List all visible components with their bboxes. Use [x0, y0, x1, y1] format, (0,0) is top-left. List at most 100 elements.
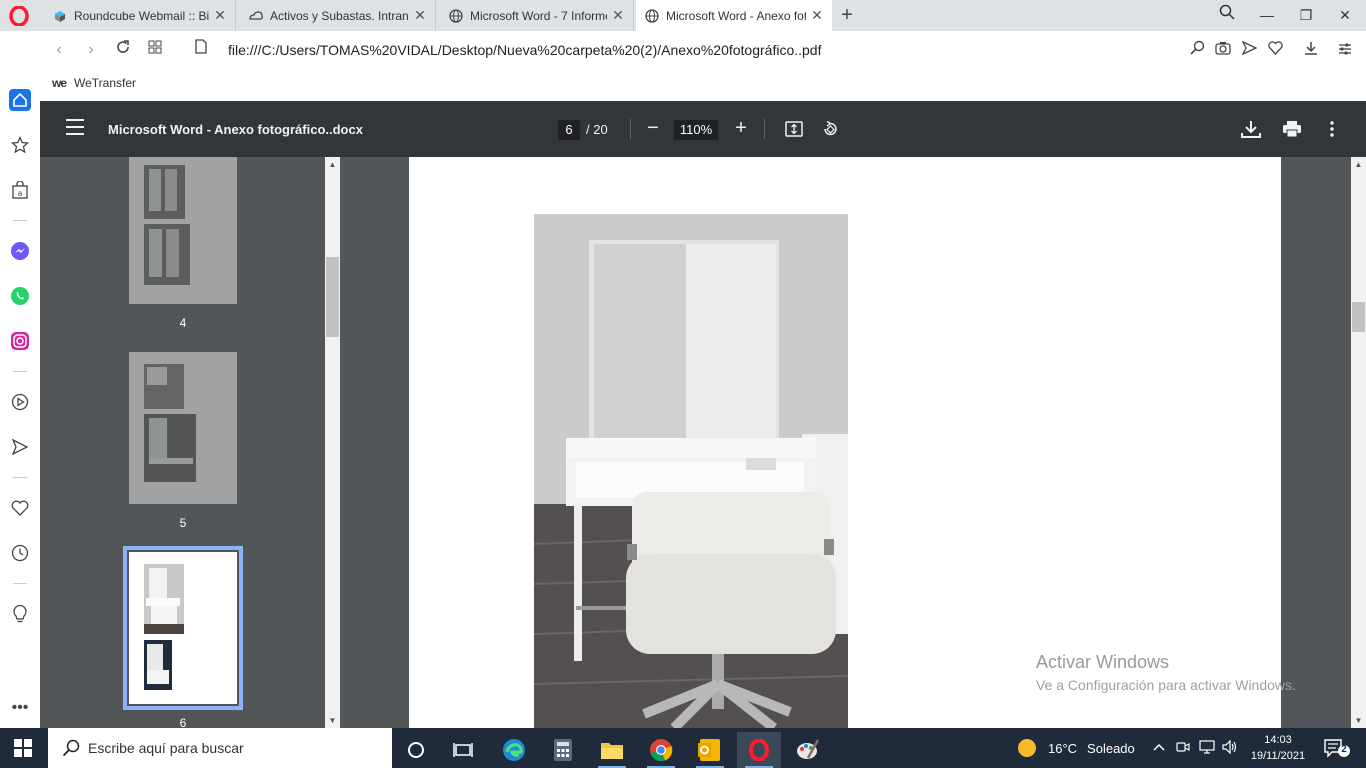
zoom-out-button[interactable]: − — [642, 116, 664, 140]
back-button[interactable]: ‹ — [48, 39, 70, 61]
home-icon[interactable] — [9, 89, 31, 111]
search-tabs-icon[interactable] — [1212, 4, 1242, 26]
scrollbar-thumb[interactable] — [326, 257, 339, 337]
menu-icon[interactable] — [66, 119, 84, 139]
close-icon[interactable]: ✕ — [213, 7, 227, 24]
chrome-icon[interactable] — [639, 732, 683, 768]
forward-button[interactable]: › — [80, 39, 102, 61]
page-total: / 20 — [586, 122, 608, 137]
download-icon[interactable] — [1240, 118, 1262, 140]
close-window-button[interactable]: ✕ — [1330, 4, 1360, 26]
network-icon[interactable] — [1199, 740, 1215, 756]
edge-icon[interactable] — [492, 732, 536, 768]
instagram-icon[interactable] — [9, 330, 31, 352]
player-icon[interactable] — [9, 391, 31, 413]
scroll-up-arrow-icon[interactable]: ▲ — [1351, 157, 1366, 172]
maximize-button[interactable]: ❐ — [1291, 4, 1321, 26]
camera-icon[interactable] — [1212, 39, 1234, 61]
shopping-bag-icon[interactable]: a — [9, 179, 31, 201]
bookmark-wetransfer[interactable]: we WeTransfer — [52, 76, 136, 90]
activation-watermark-title: Activar Windows — [1036, 652, 1170, 672]
sidebar-separator — [13, 371, 27, 372]
messenger-icon[interactable] — [9, 240, 31, 262]
zoom-in-button[interactable]: + — [730, 116, 752, 140]
thumbnail-number: 6 — [179, 716, 187, 728]
photo-vanity-desk-chair — [534, 214, 848, 728]
paint-icon[interactable] — [786, 732, 830, 768]
tab-roundcube[interactable]: Roundcube Webmail :: Bienvenido ✕ — [44, 0, 236, 31]
document-scrollbar[interactable]: ▲ ▼ — [1351, 157, 1366, 728]
system-clock[interactable]: 14:03 19/11/2021 — [1238, 732, 1318, 764]
document-title: Microsoft Word - Anexo fotográfico..docx — [108, 122, 363, 137]
address-bar: ‹ › file:///C:/Users/TOMAS%20VIDAL/Deskt… — [40, 31, 1366, 69]
more-options-icon[interactable] — [1321, 118, 1343, 140]
volume-icon[interactable] — [1222, 739, 1238, 756]
opera-taskbar-icon[interactable] — [737, 732, 781, 768]
globe-icon — [644, 8, 660, 24]
windows-start-icon[interactable] — [14, 739, 32, 757]
tab-informe[interactable]: Microsoft Word - 7 Informe ✕ — [440, 0, 634, 31]
opera-logo-icon[interactable] — [8, 5, 30, 27]
lightbulb-icon[interactable] — [9, 603, 31, 625]
cloud-icon — [248, 8, 264, 24]
fit-page-icon[interactable] — [783, 118, 805, 140]
tab-activos[interactable]: Activos y Subastas. Intranet ✕ — [240, 0, 436, 31]
tab-title: Roundcube Webmail :: Bienvenido — [74, 8, 209, 23]
rotate-icon[interactable] — [819, 118, 841, 140]
whatsapp-icon[interactable] — [9, 285, 31, 307]
scrollbar-thumb[interactable] — [1352, 302, 1365, 332]
easy-setup-icon[interactable] — [1334, 39, 1356, 61]
bookmark-label: WeTransfer — [74, 76, 137, 90]
heart-icon[interactable] — [9, 497, 31, 519]
meet-now-icon[interactable] — [1175, 740, 1191, 756]
scroll-up-arrow-icon[interactable]: ▲ — [325, 157, 340, 172]
tab-title: Microsoft Word - 7 Informe — [470, 8, 607, 23]
grid-icon[interactable] — [144, 39, 166, 61]
task-view-icon[interactable] — [441, 732, 485, 768]
chevron-up-icon[interactable] — [1151, 740, 1167, 756]
download-icon[interactable] — [1300, 39, 1322, 61]
send-flow-icon[interactable] — [9, 436, 31, 458]
history-icon[interactable] — [9, 542, 31, 564]
page-number-input[interactable]: 6 — [558, 120, 580, 140]
tab-title: Activos y Subastas. Intranet — [270, 8, 409, 23]
thumbnail-page-4[interactable] — [129, 157, 237, 304]
cortana-icon[interactable] — [394, 732, 438, 768]
tab-anexo[interactable]: Microsoft Word - Anexo fotográfico ✕ — [636, 0, 832, 31]
zoom-search-icon[interactable] — [1186, 39, 1208, 61]
thumbnail-scrollbar[interactable]: ▲ ▼ — [325, 157, 340, 728]
scroll-down-arrow-icon[interactable]: ▼ — [1351, 713, 1366, 728]
url-field[interactable]: file:///C:/Users/TOMAS%20VIDAL/Desktop/N… — [228, 42, 821, 58]
bookmarks-bar: we WeTransfer — [40, 69, 1366, 101]
windows-taskbar: Escribe aquí para buscar 16°C Soleado 14… — [0, 728, 1366, 768]
weather-widget[interactable]: 16°C Soleado — [1018, 739, 1135, 757]
calculator-icon[interactable] — [541, 732, 585, 768]
close-icon[interactable]: ✕ — [810, 7, 824, 24]
close-icon[interactable]: ✕ — [611, 7, 625, 24]
search-placeholder: Escribe aquí para buscar — [88, 740, 244, 756]
notification-count: 2 — [1341, 744, 1347, 755]
notification-center-icon[interactable]: 2 — [1322, 738, 1352, 758]
opera-sidebar: a ••• — [0, 31, 40, 728]
file-explorer-icon[interactable] — [590, 732, 634, 768]
print-icon[interactable] — [1281, 118, 1303, 140]
outlook-icon[interactable] — [688, 732, 732, 768]
heart-icon[interactable] — [1264, 39, 1286, 61]
star-icon[interactable] — [9, 134, 31, 156]
zoom-level[interactable]: 110% — [674, 120, 718, 140]
thumbnail-page-6[interactable] — [129, 552, 237, 704]
taskbar-search[interactable]: Escribe aquí para buscar — [48, 728, 392, 768]
thumbnail-number: 4 — [179, 316, 187, 330]
close-icon[interactable]: ✕ — [413, 7, 427, 24]
send-icon[interactable] — [1238, 39, 1260, 61]
reload-button[interactable] — [112, 39, 134, 61]
svg-text:a: a — [18, 189, 23, 198]
new-tab-button[interactable]: + — [836, 4, 858, 26]
temperature: 16°C — [1048, 740, 1078, 756]
minimize-button[interactable]: — — [1252, 4, 1282, 26]
thumbnail-page-5[interactable] — [129, 352, 237, 504]
document-viewport: ▲ ▼ — [340, 157, 1366, 728]
globe-icon — [448, 8, 464, 24]
scroll-down-arrow-icon[interactable]: ▼ — [325, 713, 340, 728]
more-icon[interactable]: ••• — [9, 697, 31, 719]
